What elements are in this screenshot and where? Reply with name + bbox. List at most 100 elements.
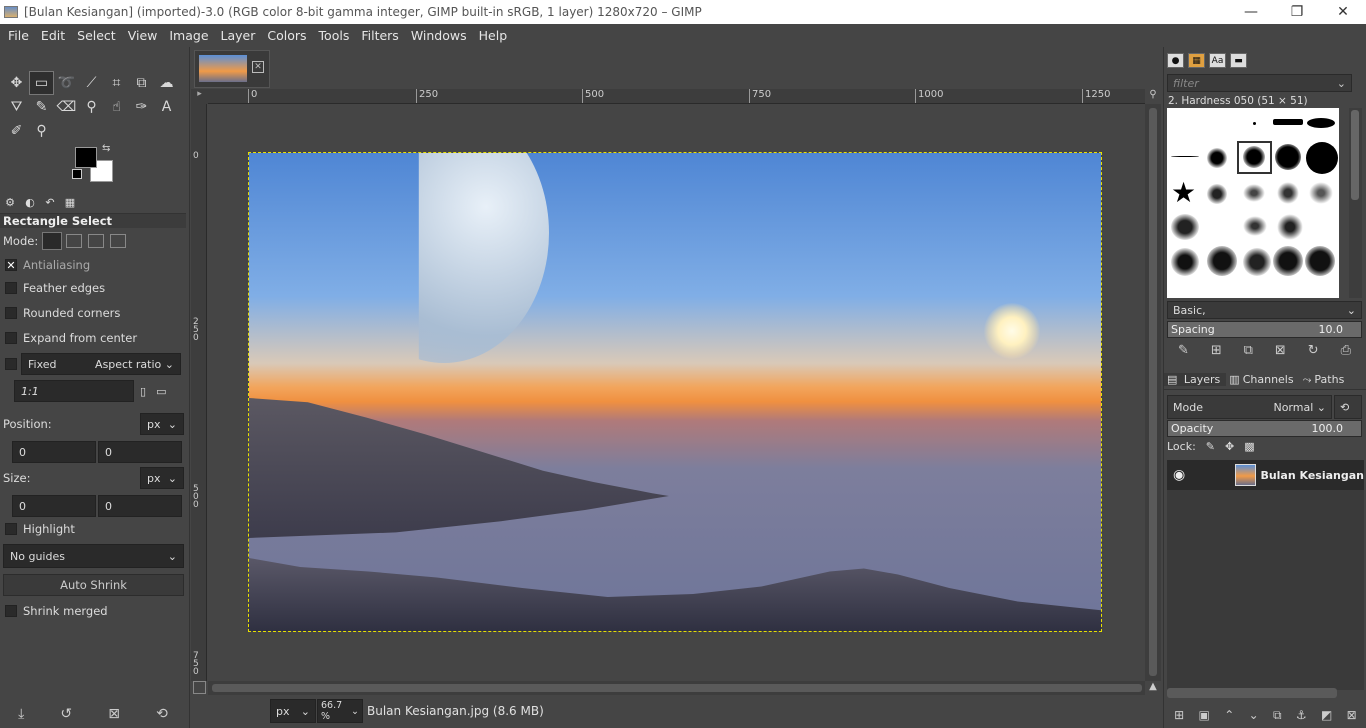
zoom-image-icon[interactable]: ⚲	[1145, 89, 1161, 104]
layer-mask-icon[interactable]: ◩	[1321, 708, 1332, 722]
brush-swatch[interactable]	[1243, 248, 1271, 276]
brushes-tab-icon[interactable]: ●	[1167, 53, 1184, 68]
brush-swatch[interactable]	[1309, 182, 1333, 204]
antialiasing-checkbox[interactable]: ✕	[5, 259, 17, 272]
device-status-tab-icon[interactable]: ◐	[20, 196, 40, 209]
horizontal-scrollbar[interactable]	[208, 681, 1145, 695]
ratio-input[interactable]: 1:1	[14, 380, 134, 402]
raise-layer-icon[interactable]: ⌃	[1224, 708, 1234, 722]
tool-options-tab-icon[interactable]: ⚙	[0, 196, 20, 209]
duplicate-layer-icon[interactable]: ⧉	[1273, 708, 1282, 723]
canvas-image[interactable]	[248, 152, 1102, 632]
new-brush-icon[interactable]: ⊞	[1211, 343, 1222, 358]
brush-swatch[interactable]	[1171, 214, 1199, 240]
duplicate-brush-icon[interactable]: ⧉	[1244, 343, 1253, 358]
tab-channels[interactable]: ▥ Channels	[1226, 373, 1299, 386]
crop-tool-icon[interactable]: ⌗	[104, 71, 129, 95]
brush-scroll-thumb[interactable]	[1351, 110, 1359, 200]
brush-swatch[interactable]	[1306, 142, 1338, 174]
lasso-tool-icon[interactable]: ➰	[54, 71, 79, 95]
brush-as-image-icon[interactable]: ⎙	[1341, 343, 1351, 358]
move-tool-icon[interactable]: ✥	[4, 71, 29, 95]
ruler-corner-icon[interactable]: ▸	[191, 89, 208, 104]
menu-edit[interactable]: Edit	[35, 28, 71, 43]
brush-swatch[interactable]	[1275, 144, 1301, 170]
brush-swatch[interactable]	[1273, 119, 1303, 125]
brush-grid[interactable]: ★	[1167, 108, 1339, 298]
brush-swatch[interactable]	[1243, 216, 1267, 236]
brush-swatch[interactable]	[1307, 118, 1335, 128]
brush-tag-dropdown[interactable]: Basic, ⌄	[1167, 301, 1362, 319]
menu-view[interactable]: View	[122, 28, 164, 43]
close-button[interactable]: ✕	[1320, 0, 1366, 24]
patterns-tab-icon[interactable]: ▦	[1188, 53, 1205, 68]
size-y-input[interactable]: 0	[98, 495, 182, 517]
brush-swatch[interactable]	[1171, 156, 1199, 157]
delete-brush-icon[interactable]: ⊠	[1275, 343, 1286, 358]
edit-brush-icon[interactable]: ✎	[1178, 343, 1189, 358]
brush-swatch[interactable]	[1243, 146, 1265, 168]
menu-layer[interactable]: Layer	[215, 28, 262, 43]
menu-tools[interactable]: Tools	[313, 28, 356, 43]
highlight-checkbox[interactable]	[5, 523, 17, 535]
lock-pixels-icon[interactable]: ✎	[1206, 440, 1215, 453]
save-options-icon[interactable]: ⤓	[18, 706, 24, 722]
mode-intersect-icon[interactable]	[110, 234, 127, 248]
brush-filter-input[interactable]: filter ⌄	[1167, 74, 1352, 92]
fuzzy-select-tool-icon[interactable]: ⟋	[79, 71, 104, 95]
landscape-icon[interactable]: ▭	[156, 385, 166, 398]
zoom-tool-icon[interactable]: ⚲	[29, 119, 54, 143]
images-tab-icon[interactable]: ▦	[60, 196, 80, 209]
menu-file[interactable]: File	[2, 28, 35, 43]
new-layer-group-icon[interactable]: ▣	[1199, 708, 1210, 722]
delete-layer-icon[interactable]: ⊠	[1347, 708, 1357, 722]
menu-colors[interactable]: Colors	[261, 28, 312, 43]
warp-tool-icon[interactable]: ☁	[154, 71, 179, 95]
unit-dropdown[interactable]: px ⌄	[270, 699, 316, 723]
star-brush-icon[interactable]: ★	[1171, 176, 1196, 209]
anchor-layer-icon[interactable]: ⚓	[1296, 708, 1307, 722]
bucket-fill-tool-icon[interactable]: ⛛	[4, 95, 29, 119]
size-unit-dropdown[interactable]: px ⌄	[140, 467, 184, 489]
size-x-input[interactable]: 0	[12, 495, 96, 517]
position-y-input[interactable]: 0	[98, 441, 182, 463]
vertical-scroll-thumb[interactable]	[1149, 108, 1157, 676]
rect-select-tool-icon[interactable]: ▭	[29, 71, 54, 95]
menu-select[interactable]: Select	[71, 28, 122, 43]
layer-mode-dropdown[interactable]: Mode Normal ⌄	[1167, 395, 1332, 419]
fixed-dropdown[interactable]: Fixed Aspect ratio ⌄	[21, 353, 181, 375]
tab-paths[interactable]: ⤳ Paths	[1300, 373, 1351, 387]
spacing-slider[interactable]: Spacing 10.0	[1167, 321, 1362, 338]
paths-tool-icon[interactable]: ✑	[129, 95, 154, 119]
foreground-color[interactable]	[75, 147, 97, 168]
position-unit-dropdown[interactable]: px ⌄	[140, 413, 184, 435]
reset-colors-icon[interactable]	[72, 169, 82, 179]
text-tool-icon[interactable]: A	[154, 95, 179, 119]
opacity-slider[interactable]: Opacity 100.0	[1167, 420, 1362, 437]
portrait-icon[interactable]: ▯	[140, 385, 146, 398]
shrink-merged-checkbox[interactable]	[5, 605, 17, 617]
reset-options-icon[interactable]: ⟲	[156, 706, 168, 722]
delete-options-icon[interactable]: ⊠	[108, 706, 120, 722]
brush-swatch[interactable]	[1253, 122, 1256, 125]
quick-mask-icon[interactable]	[193, 681, 206, 694]
rounded-checkbox[interactable]	[5, 307, 17, 319]
navigate-icon[interactable]: ▲	[1145, 681, 1161, 695]
brush-swatch[interactable]	[1273, 246, 1303, 276]
eraser-tool-icon[interactable]: ⌫	[54, 95, 79, 119]
transform-tool-icon[interactable]: ⧉	[129, 71, 154, 95]
position-x-input[interactable]: 0	[12, 441, 96, 463]
tab-layers[interactable]: ▤ Layers	[1164, 373, 1227, 386]
minimize-button[interactable]: —	[1228, 0, 1274, 24]
restore-options-icon[interactable]: ↺	[60, 706, 72, 722]
mode-add-icon[interactable]	[66, 234, 83, 248]
lower-layer-icon[interactable]: ⌄	[1249, 708, 1259, 722]
menu-image[interactable]: Image	[163, 28, 214, 43]
refresh-brushes-icon[interactable]: ↻	[1308, 343, 1319, 358]
close-tab-icon[interactable]: ✕	[252, 61, 264, 73]
lock-alpha-icon[interactable]: ▩	[1244, 440, 1254, 453]
brush-swatch[interactable]	[1243, 184, 1265, 202]
expand-checkbox[interactable]	[5, 332, 17, 344]
image-tab[interactable]: ✕	[194, 50, 270, 88]
brush-swatch[interactable]	[1305, 246, 1335, 276]
